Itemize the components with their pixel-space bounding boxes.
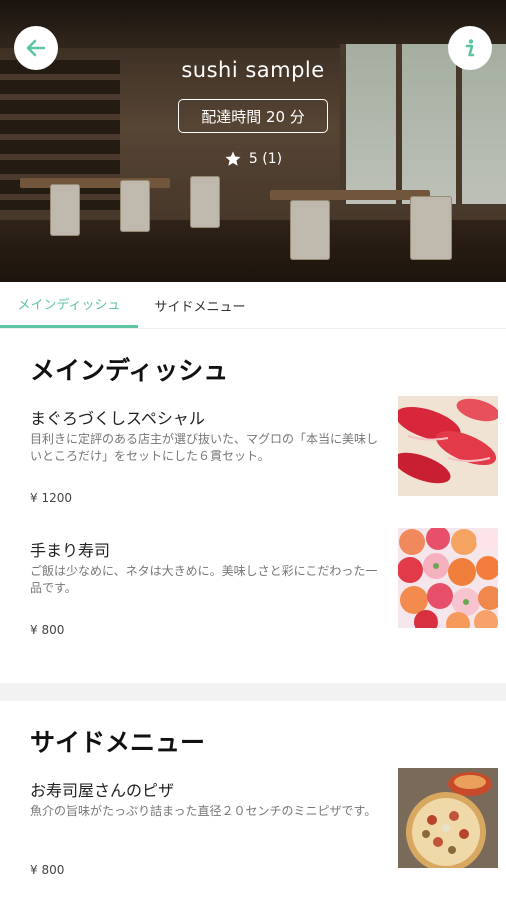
section-title: メインディッシュ bbox=[30, 356, 229, 385]
menu-item-image bbox=[398, 768, 498, 868]
menu-item[interactable]: 手まり寿司 ご飯は少なめに、ネタは大きめに。美味しさと彩にこだわった一品です。 … bbox=[0, 528, 506, 669]
rating: 5 (1) bbox=[0, 150, 506, 168]
arrow-left-icon bbox=[26, 39, 46, 57]
menu-item-description: 魚介の旨味がたっぷり詰まった直径２０センチのミニピザです。 bbox=[30, 804, 377, 818]
section-title: サイドメニュー bbox=[30, 728, 206, 757]
menu-item-name: 手まり寿司 bbox=[30, 541, 111, 560]
delivery-time-badge: 配達時間 20 分 bbox=[178, 99, 328, 133]
restaurant-name: sushi sample bbox=[181, 58, 325, 82]
hero-overlay bbox=[0, 0, 506, 282]
category-tabs: メインディッシュ サイドメニュー bbox=[0, 282, 506, 329]
menu-item-price: ¥ 1200 bbox=[30, 491, 72, 505]
menu-item-description: ご飯は少なめに、ネタは大きめに。美味しさと彩にこだわった一品です。 bbox=[30, 564, 378, 595]
menu-item[interactable]: お寿司屋さんのピザ 魚介の旨味がたっぷり詰まった直径２０センチのミニピザです。 … bbox=[0, 768, 506, 909]
menu-item-name: まぐろづくしスペシャル bbox=[30, 409, 205, 428]
star-icon bbox=[225, 151, 241, 166]
restaurant-header: sushi sample 配達時間 20 分 5 (1) bbox=[0, 0, 506, 282]
tab-side-menu[interactable]: サイドメニュー bbox=[138, 282, 262, 328]
menu-item-image bbox=[398, 528, 498, 628]
menu-item-description: 目利きに定評のある店主が選び抜いた、マグロの「本当に美味しいところだけ」をセット… bbox=[30, 432, 379, 463]
info-icon bbox=[465, 39, 475, 57]
menu-item-price: ¥ 800 bbox=[30, 623, 65, 637]
tab-main-dish[interactable]: メインディッシュ bbox=[0, 282, 138, 328]
menu-item-image bbox=[398, 396, 498, 496]
menu-item-price: ¥ 800 bbox=[30, 863, 65, 877]
section-main-dish: メインディッシュ まぐろづくしスペシャル 目利きに定評のある店主が選び抜いた、マ… bbox=[0, 329, 506, 683]
menu-item[interactable]: まぐろづくしスペシャル 目利きに定評のある店主が選び抜いた、マグロの「本当に美味… bbox=[0, 396, 506, 537]
section-side-menu: サイドメニュー お寿司屋さんのピザ 魚介の旨味がたっぷり詰まった直径２０センチの… bbox=[0, 701, 506, 923]
menu-item-name: お寿司屋さんのピザ bbox=[30, 781, 175, 800]
rating-value: 5 (1) bbox=[248, 151, 283, 167]
